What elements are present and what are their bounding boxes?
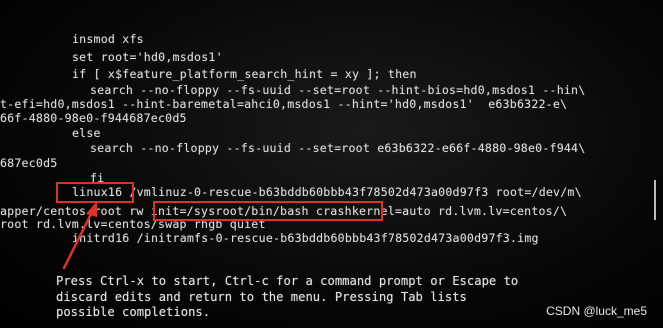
editor-line[interactable]: if [ x$feature_platform_search_hint = xy… (72, 68, 417, 81)
grub-edit-screen: insmod xfs set root='hd0,msdos1' if [ x$… (0, 0, 663, 328)
help-line: possible completions. (56, 305, 211, 319)
help-text: Press Ctrl-x to start, Ctrl-c for a comm… (56, 274, 518, 321)
editor-line[interactable]: 66f-4880-98e0-f944687ec0d5 (0, 112, 187, 125)
editor-line-initrd16[interactable]: initrd16 /initramfs-0-rescue-b63bddb60bb… (72, 232, 539, 245)
help-line: discard edits and return to the menu. Pr… (56, 289, 467, 304)
editor-line[interactable]: set root='hd0,msdos1' (72, 51, 223, 64)
screen-edge-mark (654, 180, 656, 220)
editor-line[interactable]: search --no-floppy --fs-uuid --set=root … (90, 84, 585, 97)
editor-line[interactable]: 687ec0d5 (0, 157, 57, 170)
editor-line[interactable]: else (72, 127, 101, 140)
editor-line[interactable]: t-efi=hd0,msdos1 --hint-baremetal=ahci0,… (0, 98, 567, 111)
init-bash-highlight-box (153, 201, 383, 221)
watermark: CSDN @luck_me5 (546, 304, 647, 318)
editor-line[interactable]: insmod xfs (72, 33, 144, 46)
linux16-highlight-box (56, 182, 134, 203)
editor-line-linux16[interactable]: linux16 /vmlinuz-0-rescue-b63bddb60bbb43… (72, 186, 582, 199)
help-line: Press Ctrl-x to start, Ctrl-c for a comm… (56, 274, 519, 288)
editor-line[interactable]: search --no-floppy --fs-uuid --set=root … (90, 142, 585, 155)
